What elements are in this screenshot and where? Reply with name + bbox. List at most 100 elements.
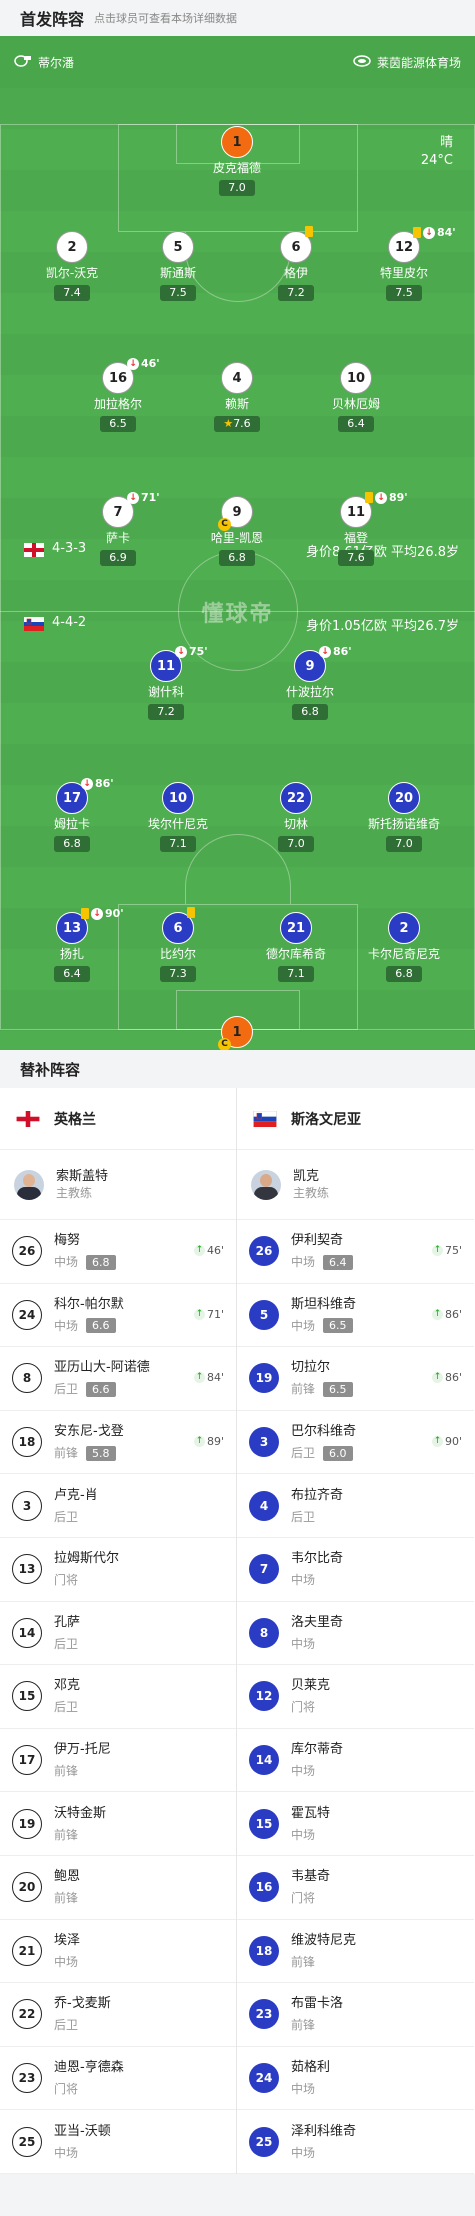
sub-player-row[interactable]: 4 布拉齐奇 后卫 [237,1474,474,1538]
player-name: 斯托扬诺维奇 [367,817,440,831]
sub-player-number: 19 [12,1808,42,1839]
player-marker[interactable]: 6 格伊 7.2 [241,226,351,301]
player-number: 6 [280,226,313,263]
sub-player-name: 埃泽 [54,1932,81,1948]
sub-player-row[interactable]: 14 孔萨 后卫 [0,1602,236,1666]
player-marker[interactable]: 7 ↓ 71' 萨卡 6.9 [63,491,173,566]
sub-player-position: 门将 [291,1700,316,1715]
player-marker[interactable]: 13 ↓ 90' 扬扎 6.4 [17,907,127,982]
player-marker[interactable]: 21 德尔库希奇 7.1 [241,912,351,982]
player-marker[interactable]: 22 切林 7.0 [241,782,351,852]
player-marker[interactable]: 11 ↓ 89' 福登 7.6 [301,491,411,566]
sub-player-number: 18 [249,1935,279,1966]
player-marker[interactable]: 9 C 哈里-凯恩 6.8 [182,496,292,566]
player-marker[interactable]: 2 卡尔尼奇尼克 6.8 [349,912,459,982]
pitch-stripe [0,88,475,129]
player-marker[interactable]: 2 凯尔-沃克 7.4 [17,231,127,301]
whistle-icon [14,54,32,70]
sub-player-row[interactable]: 26 梅努 中场 6.8 ↑ 46' [0,1220,236,1284]
player-marker[interactable]: 20 斯托扬诺维奇 7.0 [349,782,459,852]
sub-player-position: 中场 [291,1573,316,1588]
player-marker[interactable]: 10 埃尔什尼克 7.1 [123,782,233,852]
player-events: ↓ 89' [365,491,408,504]
sub-player-row[interactable]: 21 埃泽 中场 [0,1920,236,1984]
player-rating-value: 6.5 [109,417,127,430]
player-marker[interactable]: 1C奥布拉克7.0 [182,1016,292,1050]
player-rating: 6.4 [338,416,374,432]
sub-player-name: 梅努 [54,1233,81,1249]
sub-player-name: 安东尼-戈登 [54,1424,124,1440]
sub-player-row[interactable]: 13 拉姆斯代尔 门将 [0,1538,236,1602]
player-marker[interactable]: 9 ↓ 86' 什波拉尔 6.8 [255,645,365,720]
sub-player-number: 15 [249,1808,279,1839]
sub-player-row[interactable]: 17 伊万-托尼 前锋 [0,1729,236,1793]
player-name: 谢什科 [147,685,184,699]
player-marker[interactable]: 16 ↓ 46' 加拉格尔 6.5 [63,357,173,432]
sub-player-position: 后卫 [54,1382,79,1397]
sub-player-row[interactable]: 12 贝莱克 门将 [237,1665,474,1729]
player-marker[interactable]: 10 贝林厄姆 6.4 [301,362,411,432]
sub-player-row[interactable]: 26 伊利契奇 中场 6.4 ↑ 75' [237,1220,474,1284]
sub-player-row[interactable]: 16 韦基奇 门将 [237,1856,474,1920]
player-rating-value: 7.0 [228,181,246,194]
slovenia-coach-row[interactable]: 凯克 主教练 [237,1150,474,1220]
player-marker[interactable]: 12 ↓ 84' 特里皮尔 7.5 [349,226,459,301]
sub-player-row[interactable]: 23 迪恩-亨德森 门将 [0,2047,236,2111]
sub-player-row[interactable]: 3 巴尔科维奇 后卫 6.0 ↑ 90' [237,1411,474,1475]
sub-player-row[interactable]: 19 切拉尔 前锋 6.5 ↑ 86' [237,1347,474,1411]
england-flag-icon [16,1110,40,1127]
sub-player-row[interactable]: 14 库尔蒂奇 中场 [237,1729,474,1793]
sub-player-row[interactable]: 25 亚当-沃顿 中场 [0,2110,236,2174]
player-number-text: 10 [346,370,366,386]
sub-player-row[interactable]: 15 霍瓦特 中场 [237,1792,474,1856]
sub-player-row[interactable]: 18 维波特尼克 前锋 [237,1920,474,1984]
player-marker[interactable]: 5 斯通斯 7.5 [123,231,233,301]
player-number: 11 ↓ 75' [150,645,208,682]
captain-badge: C [218,518,231,531]
sub-player-row[interactable]: 7 韦尔比奇 中场 [237,1538,474,1602]
player-rating: 6.8 [386,966,422,982]
sub-player-row[interactable]: 8 洛夫里奇 中场 [237,1602,474,1666]
player-name: 卡尔尼奇尼克 [367,947,440,961]
sub-player-row[interactable]: 24 茹格利 中场 [237,2047,474,2111]
sub-player-row[interactable]: 25 泽利科维奇 中场 [237,2110,474,2174]
sub-player-row[interactable]: 8 亚历山大-阿诺德 后卫 6.6 ↑ 84' [0,1347,236,1411]
sub-player-row[interactable]: 22 乔-戈麦斯 后卫 [0,1983,236,2047]
sub-player-row[interactable]: 3 卢克-肖 后卫 [0,1474,236,1538]
sub-player-row[interactable]: 19 沃特金斯 前锋 [0,1792,236,1856]
sub-player-row[interactable]: 20 鲍恩 前锋 [0,1856,236,1920]
slovenia-team-row[interactable]: 斯洛文尼亚 [237,1088,474,1150]
halfway-line [0,611,475,612]
sub-player-position: 中场 [54,1255,79,1270]
sub-off-icon: ↓ [81,777,93,790]
england-team-row[interactable]: 英格兰 [0,1088,236,1150]
sub-player-number: 14 [249,1745,279,1776]
sub-player-row[interactable]: 18 安东尼-戈登 前锋 5.8 ↑ 89' [0,1411,236,1475]
player-rating: 7.1 [278,966,314,982]
player-marker[interactable]: 4 赖斯 ★7.6 [182,362,292,432]
player-rating: ★7.6 [214,416,260,432]
event-minute: 86' [95,777,114,790]
sub-player-row[interactable]: 23 布雷卡洛 前锋 [237,1983,474,2047]
sub-player-rating: 6.0 [323,1445,353,1461]
player-marker[interactable]: 6 比约尔 7.3 [123,907,233,982]
england-coach-row[interactable]: 索斯盖特 主教练 [0,1150,236,1220]
sub-player-row[interactable]: 5 斯坦科维奇 中场 6.5 ↑ 86' [237,1284,474,1348]
coach-role: 主教练 [293,1186,330,1200]
sub-player-row[interactable]: 24 科尔-帕尔默 中场 6.6 ↑ 71' [0,1284,236,1348]
sub-player-name: 维波特尼克 [291,1932,357,1948]
sub-player-number: 19 [249,1363,279,1394]
referee-name: 蒂尔潘 [38,55,75,70]
player-name: 德尔库希奇 [265,947,326,961]
player-marker[interactable]: 17 ↓ 86' 姆拉卡 6.8 [17,777,127,852]
sub-player-name: 韦尔比奇 [291,1551,344,1567]
sub-player-name: 贝莱克 [291,1678,331,1694]
sub-player-position: 门将 [54,1573,79,1588]
sub-off-icon: ↓ [91,907,103,920]
sub-player-row[interactable]: 15 邓克 后卫 [0,1665,236,1729]
sub-on-event: ↑ 84' [193,1371,224,1384]
player-number-text: 2 [67,239,77,255]
sub-player-rating: 6.6 [86,1318,116,1334]
player-marker[interactable]: 11 ↓ 75' 谢什科 7.2 [111,645,221,720]
player-marker[interactable]: 1 皮克福德 7.0 [182,126,292,196]
